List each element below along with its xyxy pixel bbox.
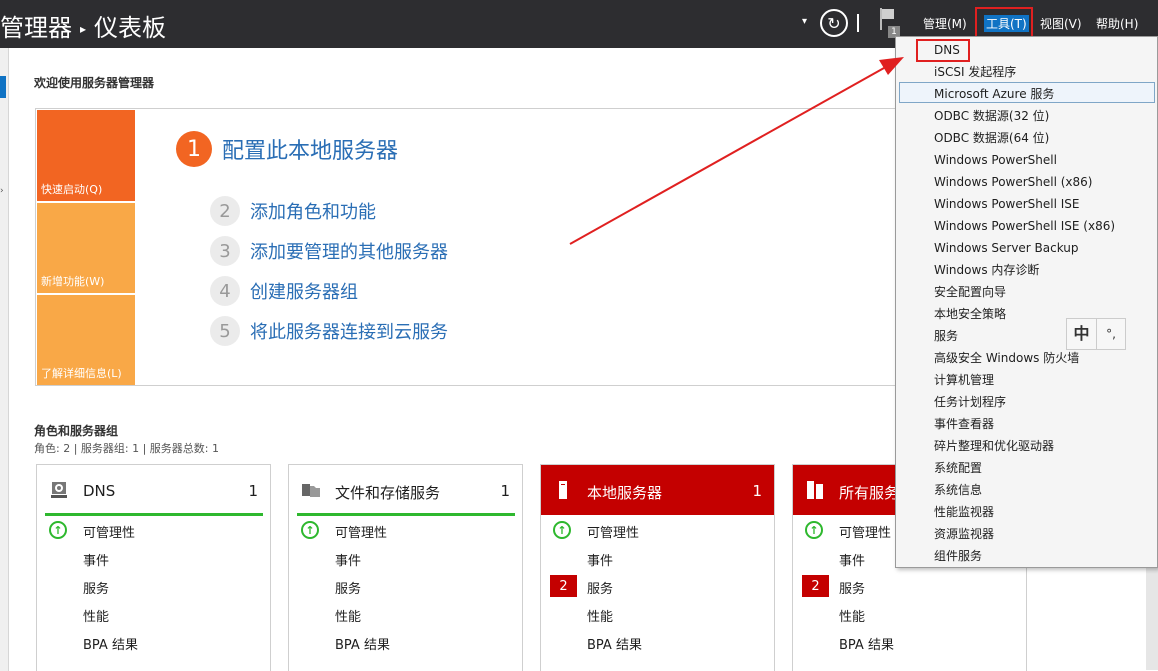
annotation-arrow	[569, 57, 904, 245]
